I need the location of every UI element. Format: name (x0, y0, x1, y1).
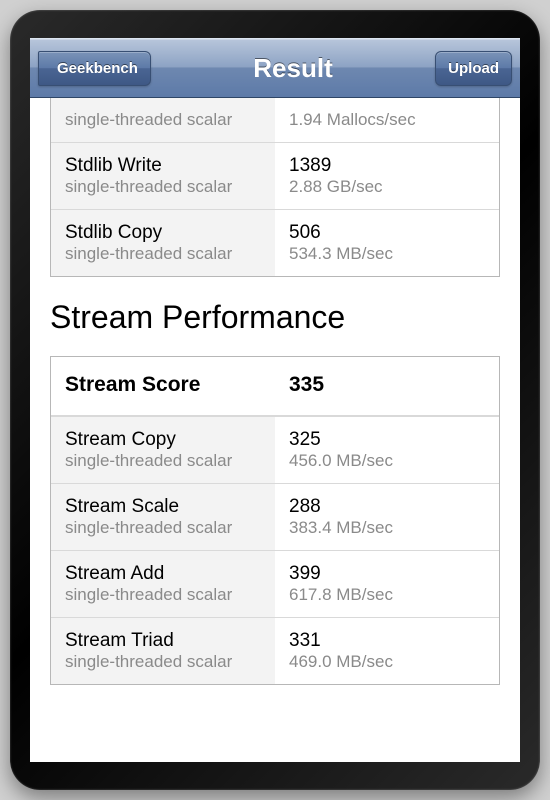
score-header-row: Stream Score 335 (51, 357, 499, 416)
score-value: 288 (289, 496, 485, 518)
upload-button[interactable]: Upload (435, 51, 512, 86)
test-subtitle: single-threaded scalar (65, 110, 261, 130)
test-subtitle: single-threaded scalar (65, 451, 261, 471)
test-subtitle: single-threaded scalar (65, 518, 261, 538)
score-value: 331 (289, 630, 485, 652)
content-area[interactable]: single-threaded scalar 1.94 Mallocs/sec … (30, 98, 520, 762)
test-subtitle: single-threaded scalar (65, 177, 261, 197)
test-subtitle: single-threaded scalar (65, 585, 261, 605)
test-name: Stdlib Copy (65, 222, 261, 244)
table-row: Stdlib Copy single-threaded scalar 506 5… (51, 209, 499, 276)
score-value: 506 (289, 222, 485, 244)
back-button[interactable]: Geekbench (38, 51, 151, 86)
value-subtitle: 469.0 MB/sec (289, 652, 485, 672)
test-name: Stdlib Write (65, 155, 261, 177)
device-frame: Geekbench Result Upload single-threaded … (10, 10, 540, 790)
value-subtitle: 383.4 MB/sec (289, 518, 485, 538)
test-name: Stream Add (65, 563, 261, 585)
test-subtitle: single-threaded scalar (65, 244, 261, 264)
score-total: 335 (275, 373, 499, 397)
score-value: 399 (289, 563, 485, 585)
score-label: Stream Score (51, 373, 275, 397)
top-results-table: single-threaded scalar 1.94 Mallocs/sec … (50, 98, 500, 277)
section-heading: Stream Performance (50, 299, 500, 336)
value-subtitle: 534.3 MB/sec (289, 244, 485, 264)
upload-button-label: Upload (448, 60, 499, 77)
table-row: Stream Triad single-threaded scalar 331 … (51, 617, 499, 684)
page-title: Result (151, 53, 435, 84)
value-subtitle: 2.88 GB/sec (289, 177, 485, 197)
table-row: single-threaded scalar 1.94 Mallocs/sec (51, 98, 499, 142)
test-name: Stream Triad (65, 630, 261, 652)
table-row: Stream Copy single-threaded scalar 325 4… (51, 416, 499, 483)
test-name: Stream Copy (65, 429, 261, 451)
score-value: 325 (289, 429, 485, 451)
back-button-label: Geekbench (57, 60, 138, 77)
test-name: Stream Scale (65, 496, 261, 518)
screen: Geekbench Result Upload single-threaded … (30, 38, 520, 762)
table-row: Stream Add single-threaded scalar 399 61… (51, 550, 499, 617)
table-row: Stdlib Write single-threaded scalar 1389… (51, 142, 499, 209)
value-subtitle: 617.8 MB/sec (289, 585, 485, 605)
table-row: Stream Scale single-threaded scalar 288 … (51, 483, 499, 550)
navbar: Geekbench Result Upload (30, 38, 520, 98)
stream-results-table: Stream Score 335 Stream Copy single-thre… (50, 356, 500, 685)
value-subtitle: 1.94 Mallocs/sec (289, 110, 485, 130)
test-subtitle: single-threaded scalar (65, 652, 261, 672)
score-value: 1389 (289, 155, 485, 177)
value-subtitle: 456.0 MB/sec (289, 451, 485, 471)
